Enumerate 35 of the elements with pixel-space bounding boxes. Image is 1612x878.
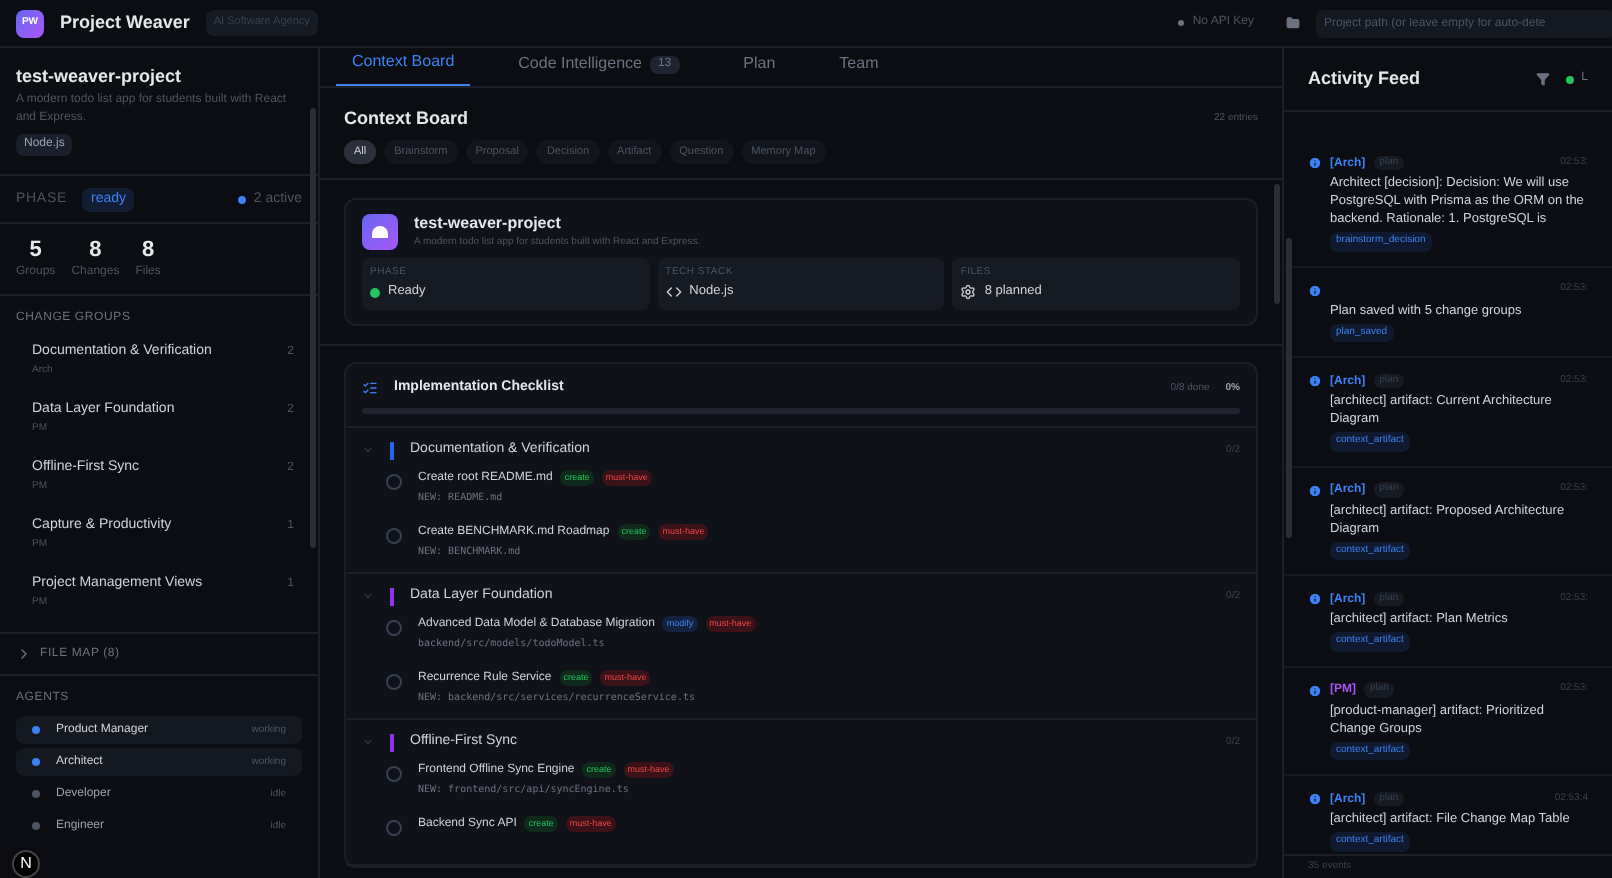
dev-indicator[interactable]: N: [12, 850, 40, 878]
chevron-icon[interactable]: [362, 444, 374, 456]
tab[interactable]: Team: [823, 52, 895, 86]
info-icon: [1308, 592, 1322, 606]
stat-value: 8: [89, 237, 102, 263]
info-icon: [1308, 483, 1322, 497]
feed-title: Activity Feed: [1308, 65, 1421, 92]
info-icon: [1308, 792, 1322, 806]
checkbox[interactable]: [386, 528, 402, 544]
stat-value: 5: [29, 237, 42, 263]
project-name: test-weaver-project: [16, 64, 182, 88]
chevron-icon[interactable]: [362, 736, 374, 748]
project-name: test-weaver-project: [414, 214, 563, 234]
checkbox[interactable]: [386, 766, 402, 782]
info-icon: [1308, 156, 1322, 170]
checkbox[interactable]: [386, 620, 402, 636]
filter-icon[interactable]: [1535, 72, 1550, 86]
checkbox[interactable]: [386, 674, 402, 690]
stat-value: 8: [141, 237, 155, 263]
chevron-icon[interactable]: [362, 590, 374, 602]
project-logo-icon: [362, 214, 398, 250]
checklist-icon: [362, 380, 378, 396]
gear-icon: [960, 284, 977, 300]
app-title: Project Weaver: [60, 9, 190, 36]
checkbox[interactable]: [386, 820, 402, 836]
folder-icon[interactable]: [1286, 16, 1300, 30]
chevron-icon: [16, 646, 32, 662]
code-icon: [665, 284, 682, 300]
info-icon: [1308, 683, 1322, 697]
tab[interactable]: Context Board: [336, 50, 471, 86]
info-icon: [1308, 283, 1322, 297]
board-title: Context Board: [344, 106, 469, 132]
info-icon: [1308, 374, 1322, 388]
tab[interactable]: Plan: [727, 52, 792, 86]
checkbox[interactable]: [386, 474, 402, 490]
